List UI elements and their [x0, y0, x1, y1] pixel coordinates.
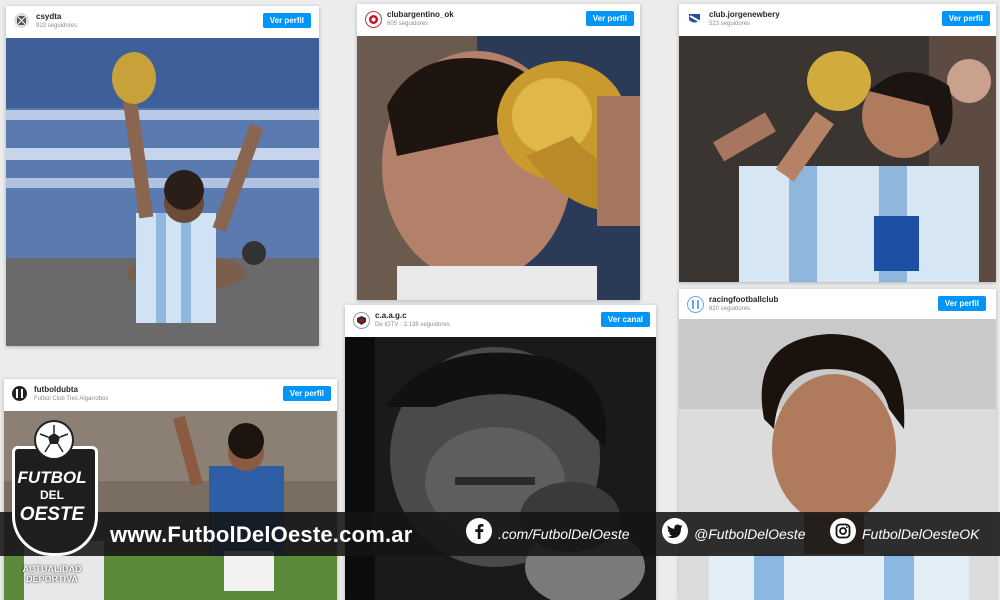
avatar[interactable]	[14, 13, 29, 28]
follower-count: De IGTV · 2.138 seguidores	[375, 322, 450, 328]
website-link[interactable]: www.FutbolDelOeste.com.ar	[110, 522, 412, 548]
logo-text-line2: DEL	[40, 488, 64, 502]
facebook-icon	[466, 518, 492, 544]
soccer-ball-icon	[34, 420, 74, 460]
post-photo[interactable]	[679, 36, 996, 282]
logo-text-line3: OESTE	[19, 504, 85, 525]
post-card-csydta: csydta 923 seguidores Ver perfil	[6, 6, 319, 346]
view-channel-button[interactable]: Ver canal	[600, 312, 650, 327]
brand-logo: FUTBOL DEL OESTE ACTUALIDAD DEPORTIVA	[4, 418, 100, 588]
facebook-link[interactable]: .com/FutbolDelOeste	[466, 518, 630, 544]
post-card-clubargentino: clubargentino_ok 605 seguidores Ver perf…	[357, 4, 640, 300]
follower-count: 620 seguidores	[709, 306, 751, 312]
view-profile-button[interactable]: Ver perfil	[941, 11, 990, 26]
facebook-handle: .com/FutbolDelOeste	[498, 526, 630, 542]
username[interactable]: clubargentino_ok	[387, 10, 454, 19]
twitter-handle: @FutbolDelOeste	[694, 526, 806, 542]
post-header: racingfootballclub 620 seguidores Ver pe…	[679, 289, 996, 319]
view-profile-button[interactable]: Ver perfil	[585, 11, 634, 26]
post-photo[interactable]	[357, 36, 640, 300]
logo-tagline-2: DEPORTIVA	[26, 574, 78, 584]
post-photo[interactable]	[345, 337, 656, 600]
username[interactable]: c.a.a.g.c	[375, 311, 407, 320]
view-profile-button[interactable]: Ver perfil	[937, 296, 986, 311]
post-header: c.a.a.g.c De IGTV · 2.138 seguidores Ver…	[345, 305, 656, 335]
logo-text-line1: FUTBOL	[17, 468, 87, 487]
avatar[interactable]	[687, 296, 704, 313]
username[interactable]: racingfootballclub	[709, 295, 778, 304]
avatar[interactable]	[353, 312, 370, 329]
view-profile-button[interactable]: Ver perfil	[262, 13, 311, 28]
username[interactable]: futboldubta	[34, 385, 78, 394]
post-photo[interactable]	[679, 319, 996, 600]
avatar[interactable]	[12, 386, 27, 401]
follower-count: Futbol Club Tres Algarrobos	[34, 396, 109, 402]
username[interactable]: club.jorgenewbery	[709, 10, 780, 19]
twitter-icon	[662, 518, 688, 544]
instagram-link[interactable]: FutbolDelOesteOK	[830, 518, 980, 544]
instagram-handle: FutbolDelOesteOK	[862, 526, 980, 542]
avatar[interactable]	[365, 11, 382, 28]
view-profile-button[interactable]: Ver perfil	[282, 386, 331, 401]
username[interactable]: csydta	[36, 12, 61, 21]
twitter-link[interactable]: @FutbolDelOeste	[662, 518, 806, 544]
post-header: csydta 923 seguidores Ver perfil	[6, 6, 319, 36]
post-header: futboldubta Futbol Club Tres Algarrobos …	[4, 379, 337, 409]
logo-tagline-1: ACTUALIDAD	[22, 564, 82, 574]
follower-count: 605 seguidores	[387, 21, 429, 27]
post-header: clubargentino_ok 605 seguidores Ver perf…	[357, 4, 640, 34]
post-card-jorgenewbery: club.jorgenewbery 523 seguidores Ver per…	[679, 4, 996, 282]
post-photo[interactable]	[6, 38, 319, 346]
follower-count: 523 seguidores	[709, 21, 751, 27]
footer-banner: www.FutbolDelOeste.com.ar .com/FutbolDel…	[0, 512, 1000, 556]
instagram-icon	[830, 518, 856, 544]
post-header: club.jorgenewbery 523 seguidores Ver per…	[679, 4, 996, 34]
follower-count: 923 seguidores	[36, 23, 78, 29]
avatar[interactable]	[687, 11, 702, 26]
